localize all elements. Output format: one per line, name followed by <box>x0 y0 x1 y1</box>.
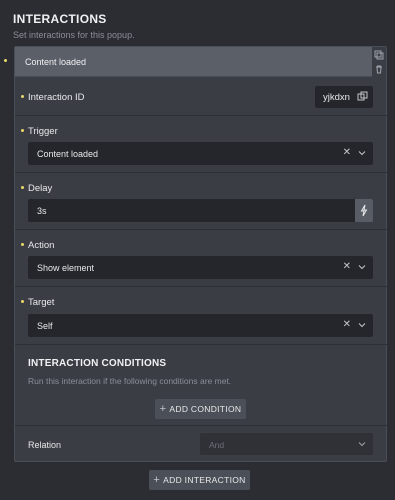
delay-input[interactable]: 3s <box>28 199 355 222</box>
clone-icon[interactable] <box>374 50 384 60</box>
bolt-icon <box>360 204 368 217</box>
chevron-down-icon[interactable] <box>357 148 367 158</box>
conditions-subtitle: Run this interaction if the following co… <box>28 376 232 386</box>
clear-x-icon[interactable]: ✕ <box>343 319 351 330</box>
interaction-id-row: Interaction ID yjkdxn <box>15 78 388 116</box>
interactions-title: INTERACTIONS <box>13 12 107 26</box>
delay-row: Delay 3s <box>15 173 388 230</box>
clear-x-icon[interactable]: ✕ <box>343 261 351 272</box>
interaction-actions <box>372 47 386 77</box>
target-value: Self <box>37 321 53 331</box>
conditions-divider <box>15 425 388 426</box>
add-interaction-button[interactable]: + ADD INTERACTION <box>149 470 250 490</box>
chevron-down-icon[interactable] <box>357 439 367 449</box>
target-row: Target Self ✕ <box>15 287 388 345</box>
dynamic-data-button[interactable] <box>355 199 373 222</box>
interaction-id-field[interactable]: yjkdxn <box>315 86 373 108</box>
action-value: Show element <box>37 263 95 273</box>
plus-icon: + <box>153 473 161 486</box>
trigger-value: Content loaded <box>37 149 99 159</box>
trigger-select[interactable]: Content loaded ✕ <box>28 142 373 165</box>
chevron-down-icon[interactable] <box>357 262 367 272</box>
plus-icon: + <box>159 402 167 415</box>
setting-dot <box>21 95 24 98</box>
interaction-header[interactable]: Content loaded <box>15 47 374 77</box>
copy-icon[interactable] <box>357 91 368 102</box>
add-interaction-label: ADD INTERACTION <box>163 475 246 485</box>
conditions-title: INTERACTION CONDITIONS <box>28 358 167 369</box>
setting-dot <box>21 186 24 189</box>
target-label: Target <box>28 297 55 308</box>
interaction-id-value: yjkdxn <box>323 92 350 103</box>
setting-dot <box>21 300 24 303</box>
interaction-id-label: Interaction ID <box>28 92 85 103</box>
sort-handle-dot[interactable] <box>4 59 7 62</box>
delay-label: Delay <box>28 183 53 194</box>
relation-select[interactable]: And <box>200 433 373 455</box>
action-label: Action <box>28 240 55 251</box>
trigger-row: Trigger Content loaded ✕ <box>15 116 388 173</box>
clear-x-icon[interactable]: ✕ <box>343 147 351 158</box>
action-row: Action Show element ✕ <box>15 230 388 287</box>
relation-label: Relation <box>28 440 62 450</box>
action-select[interactable]: Show element ✕ <box>28 256 373 279</box>
trigger-label: Trigger <box>28 126 58 137</box>
target-select[interactable]: Self ✕ <box>28 314 373 337</box>
delay-value: 3s <box>37 206 47 216</box>
add-condition-button[interactable]: + ADD CONDITION <box>155 399 246 419</box>
relation-placeholder: And <box>209 440 225 450</box>
setting-dot <box>21 243 24 246</box>
interaction-panel: Content loaded Interaction ID yjkdxn Tri… <box>14 46 388 462</box>
interactions-subtitle: Set interactions for this popup. <box>13 30 135 40</box>
trash-icon[interactable] <box>374 64 384 74</box>
add-condition-label: ADD CONDITION <box>169 404 242 414</box>
setting-dot <box>21 129 24 132</box>
chevron-down-icon[interactable] <box>357 320 367 330</box>
interaction-name: Content loaded <box>25 57 87 67</box>
